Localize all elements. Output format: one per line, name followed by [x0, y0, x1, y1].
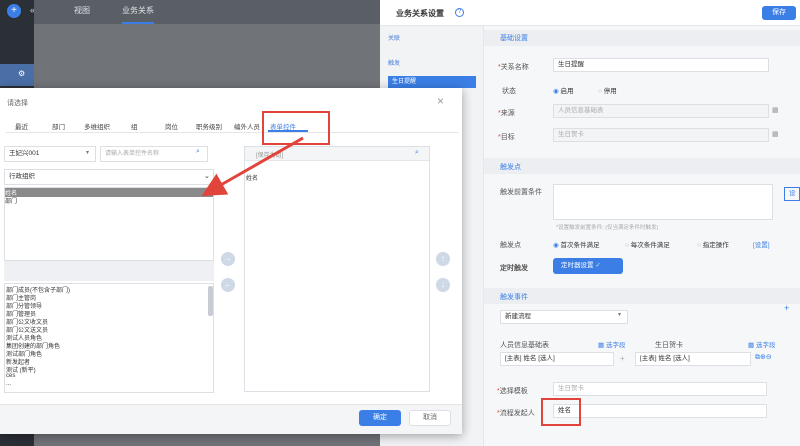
list-item[interactable]: ... [6, 381, 11, 387]
status-radio-on[interactable]: ◉ 启用 [553, 85, 573, 95]
source-table-icon[interactable]: ▦ [772, 106, 779, 114]
target-pick-field-link[interactable]: ▦ 选字段 [748, 339, 775, 349]
status-radio-off[interactable]: ○ 停用 [598, 85, 617, 95]
add-icon[interactable]: + [7, 4, 21, 18]
trigger-operation-set-link[interactable]: [设置] [753, 239, 770, 249]
add-event-icon[interactable]: + [784, 303, 789, 313]
section-trigger-band [484, 158, 800, 174]
event-type-select[interactable]: 新建流程 [500, 310, 628, 324]
pre-condition-textarea[interactable] [553, 184, 773, 220]
chevron-down-icon: ⌄ [204, 173, 210, 180]
initiator-input[interactable]: 姓名 [553, 404, 767, 418]
rail-active-strip [0, 64, 34, 86]
cancel-button[interactable]: 取消 [409, 410, 451, 426]
list-splitter[interactable] [4, 261, 214, 281]
list-item[interactable]: 部门 [5, 196, 17, 205]
tab-external[interactable]: 编外人员 [234, 121, 260, 131]
chevron-down-icon: ▾ [86, 150, 90, 156]
move-down-button[interactable]: ↓ [436, 278, 450, 292]
user-select[interactable]: 王妃兴001 [4, 146, 96, 162]
search-icon[interactable]: ⌕ [196, 148, 200, 156]
initiator-highlight-box [541, 398, 581, 426]
save-button[interactable]: 保存 [762, 6, 796, 20]
list-item[interactable]: 姓名 [5, 188, 213, 197]
target-label: *目标 [498, 134, 515, 141]
section-event-band [484, 288, 800, 304]
source-field-select[interactable]: [主表] 姓名 [选人] [500, 352, 614, 366]
sidebar-item-trigger[interactable]: 触发 [388, 58, 400, 67]
pre-condition-label: 触发前置条件 [500, 189, 542, 196]
section-event-title: 触发事件 [500, 294, 528, 301]
ok-button[interactable]: 确定 [359, 410, 401, 426]
target-input[interactable]: 生日贺卡 [553, 128, 769, 142]
settings-title: 业务关系设置 [396, 9, 444, 18]
trigger-radio-operation[interactable]: ○ 指定操作 [697, 239, 729, 249]
pre-condition-set-button[interactable]: 设 [784, 187, 800, 201]
org-select[interactable]: 行政组织 [4, 169, 214, 185]
move-right-button[interactable]: → [221, 252, 235, 266]
source-table-label: 人员信息基础表 [500, 342, 549, 349]
trigger-radio-first[interactable]: ◉ 首次条件满足 [553, 239, 599, 249]
trigger-radio-every[interactable]: ○ 每次条件满足 [625, 239, 670, 249]
tab-post[interactable]: 岗位 [165, 121, 178, 131]
form-control-tab-highlight [262, 111, 330, 145]
target-field-select[interactable]: [主表] 姓名 [选人] [635, 352, 751, 366]
pre-condition-hint: *设置触发前置条件; (仅当满足条件时触发) [556, 225, 659, 231]
timer-label: 定时触发 [500, 265, 528, 272]
dialog-title: 请选择 [7, 100, 28, 107]
chevron-down-icon: ▾ [618, 312, 622, 318]
sidebar-item-birthday[interactable]: 生日提醒 [388, 76, 476, 88]
target-table-label: 生日贺卡 [655, 342, 683, 349]
selected-item[interactable]: 姓名 [246, 173, 258, 182]
close-icon[interactable]: × [437, 94, 444, 108]
tab-job-level[interactable]: 职务级别 [196, 121, 222, 131]
list-item[interactable]: ces [6, 373, 15, 379]
tab-group[interactable]: 组 [131, 121, 138, 131]
search-icon[interactable]: ⌕ [415, 149, 419, 157]
move-left-button[interactable]: ← [221, 278, 235, 292]
section-trigger-title: 触发点 [500, 164, 521, 171]
target-table-icon[interactable]: ▦ [772, 130, 779, 138]
map-equals-icon: + [620, 354, 625, 363]
move-up-button[interactable]: ↑ [436, 252, 450, 266]
source-pick-field-link[interactable]: ▦ 选字段 [598, 339, 625, 349]
top-list [4, 187, 214, 261]
trigger-point-label: 触发点 [500, 242, 521, 249]
template-input[interactable]: 生日贺卡 [553, 382, 767, 396]
tabs-divider [6, 132, 458, 133]
section-basic-title: 基础设置 [500, 35, 528, 42]
sidebar-item-relation[interactable]: 关联 [388, 33, 400, 42]
source-label: *来源 [498, 110, 515, 117]
initiator-label: *流程发起人 [497, 410, 535, 417]
template-label: *选择模板 [497, 388, 528, 395]
tab-recent[interactable]: 最近 [15, 121, 28, 131]
help-icon[interactable]: ? [455, 8, 464, 17]
tab-business-relation[interactable]: 业务关系 [122, 0, 154, 24]
search-input[interactable]: 请输入表单控件名称 [100, 146, 208, 162]
name-label: *关系名称 [498, 64, 529, 71]
timer-settings-button[interactable]: 定时器设置 ✓ [553, 258, 623, 274]
save-as-group-link[interactable]: [保存为组] [256, 150, 283, 159]
section-basic-band [484, 30, 800, 46]
source-input[interactable]: 人员信息基础表 [553, 104, 769, 118]
tab-view[interactable]: 视图 [74, 0, 90, 24]
name-input[interactable]: 生日提醒 [553, 58, 769, 72]
tab-department[interactable]: 部门 [52, 121, 65, 131]
scrollbar[interactable] [208, 286, 213, 316]
tab-multi-org[interactable]: 多维组织 [84, 121, 110, 131]
settings-icon[interactable]: ⚙ [18, 69, 25, 78]
row-actions-icon[interactable]: ⧉⊕⊖ [755, 353, 772, 362]
status-label: 状态 [502, 88, 516, 95]
selected-list [244, 146, 430, 392]
